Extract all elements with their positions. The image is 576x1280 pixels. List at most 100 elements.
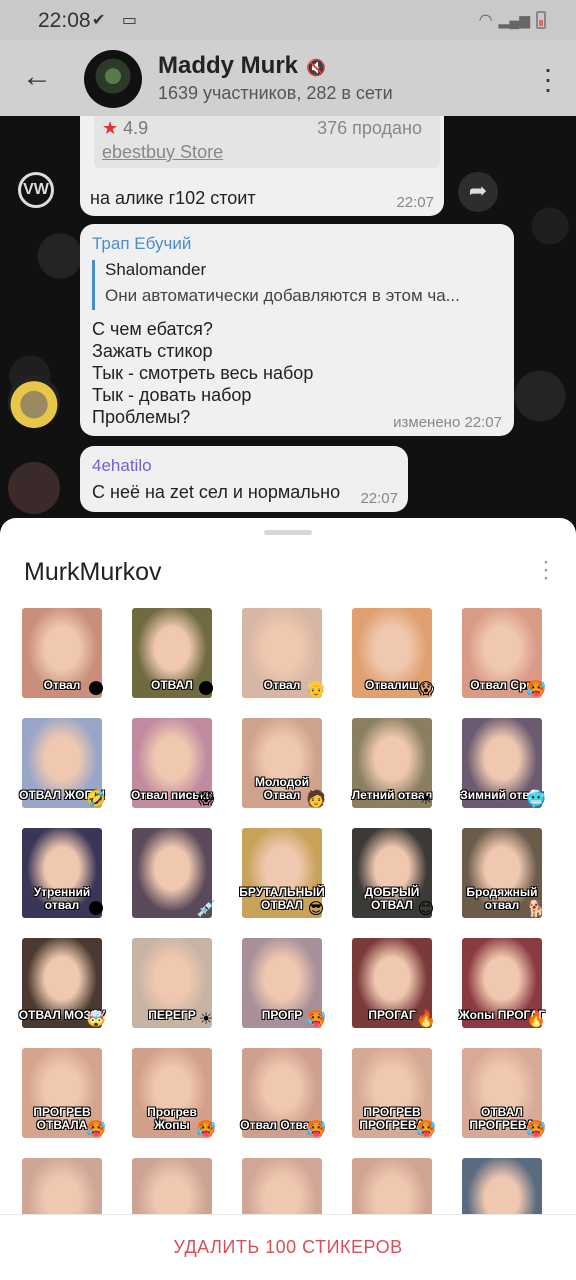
sheet-footer: УДАЛИТЬ 100 СТИКЕРОВ <box>0 1214 576 1280</box>
sticker-item[interactable]: Отвал 👴 <box>234 608 330 704</box>
sticker-item[interactable]: ПЕРЕГР ☀ <box>124 938 220 1034</box>
reply-author: Shalomander <box>105 260 207 279</box>
sticker-item[interactable]: ДОБРЫЙ ОТВАЛ 😊 <box>344 828 440 924</box>
sticker-item[interactable]: ОТВАЛ МОЗГУ 🤯 <box>14 938 110 1034</box>
sticker-emoji-icon: 🌑 <box>197 681 215 698</box>
status-right: ◠ ▂▄▆ <box>479 10 546 30</box>
back-arrow-icon[interactable]: ← <box>22 62 52 92</box>
sticker-emoji-icon: 🥵 <box>526 681 546 698</box>
sticker-item[interactable]: Жопы ПРОГАГ 🔥 <box>454 938 550 1034</box>
sticker-item[interactable]: 💉 <box>124 828 220 924</box>
reply-text: Они автоматически добавляются в этом ча.… <box>105 286 460 305</box>
message-author[interactable]: 4ehatilo <box>92 456 152 476</box>
product-store-link[interactable]: ebestbuy Store <box>102 142 223 163</box>
sticker-item[interactable]: БРУТАЛЬНЫЙ ОТВАЛ 😎 <box>234 828 330 924</box>
sticker-emoji-icon: 😱 <box>417 681 435 698</box>
pack-title: MurkMurkov <box>24 558 162 586</box>
sticker-emoji-icon: 🔥 <box>526 1011 546 1028</box>
signal-icon: ▂▄▆ <box>498 11 530 28</box>
status-time: 22:08 <box>38 9 91 32</box>
sticker-grid: Отвал 🌑 ОТВАЛ 🌑 Отвал 👴 Отвалиш 😱 Отвал Сри 🥵 ОТВА… <box>14 608 562 1218</box>
product-rating: ★ 4.9 <box>102 118 149 138</box>
reply-quote[interactable]: Shalomander Они автоматически добавляютс… <box>92 260 502 310</box>
sticker-item[interactable]: ОТВАЛ ПРОГРЕВА 🥵 <box>454 1048 550 1144</box>
chat-area[interactable]: VW ★ 4.9 376 продано ebestbuy Store на а… <box>0 116 576 526</box>
sticker-image <box>462 1158 542 1218</box>
product-sold: 376 продано <box>317 118 422 138</box>
message-time: 22:07 <box>396 194 434 211</box>
group-avatar[interactable] <box>84 50 142 108</box>
sticker-emoji-icon: 🥵 <box>306 1121 326 1138</box>
sheet-drag-handle[interactable] <box>264 530 312 535</box>
sticker-emoji-icon: 🌑 <box>87 681 105 698</box>
sticker-item[interactable]: ОТВАЛ 🌑 <box>124 608 220 704</box>
sticker-item[interactable]: ОТВАЛ ЖОПЫ 🤣 <box>14 718 110 814</box>
sticker-item[interactable]: Отвал письки 😱 <box>124 718 220 814</box>
sticker-emoji-icon: 🥵 <box>306 1011 326 1028</box>
battery-icon <box>536 11 546 29</box>
sticker-item[interactable]: ПРОГРЕВ ОТВАЛА 🥵 <box>14 1048 110 1144</box>
user-avatar[interactable] <box>8 462 60 514</box>
message-text: С чем ебатся? Зажать стикор Тык - смотре… <box>92 319 314 427</box>
sticker-emoji-icon: 🥵 <box>196 1121 216 1138</box>
sticker-emoji-icon: 💉 <box>196 901 216 918</box>
sticker-emoji-icon: 😱 <box>197 791 215 808</box>
sticker-item[interactable]: Зимний отвал 🥶 <box>454 718 550 814</box>
sticker-item[interactable] <box>454 1158 550 1218</box>
message-bubble[interactable]: ★ 4.9 376 продано ebestbuy Store на алик… <box>80 116 444 216</box>
sticker-emoji-icon: 🥶 <box>526 791 546 808</box>
sticker-image <box>22 1158 102 1218</box>
sticker-pack-sheet: MurkMurkov · · · Отвал 🌑 ОТВАЛ 🌑 Отвал 👴 Отвалиш… <box>0 518 576 1280</box>
sticker-item[interactable]: Утренний отвал 🌑 <box>14 828 110 924</box>
chat-title[interactable]: Maddy Murk 🔇 <box>158 52 326 80</box>
sticker-item[interactable]: Прогрев Жопы 🥵 <box>124 1048 220 1144</box>
sticker-image <box>132 1158 212 1218</box>
message-text: С неё на zet сел и нормально <box>92 482 341 502</box>
sticker-image <box>352 1158 432 1218</box>
sticker-item[interactable]: Летний отвал ☀ <box>344 718 440 814</box>
sticker-item[interactable]: Отвалиш 😱 <box>344 608 440 704</box>
sticker-item[interactable] <box>14 1158 110 1218</box>
sticker-item[interactable]: Молодой Отвал 🧑 <box>234 718 330 814</box>
sticker-emoji-icon: 🥵 <box>526 1121 546 1138</box>
status-icons: ✔ ▭ <box>92 12 143 29</box>
sticker-emoji-icon: 🔥 <box>416 1011 436 1028</box>
sticker-item[interactable]: Отвал Отвала 🥵 <box>234 1048 330 1144</box>
sticker-image <box>242 1158 322 1218</box>
sticker-emoji-icon: 🌑 <box>87 901 105 918</box>
status-bar: 22:08 ✔ ▭ ◠ ▂▄▆ <box>0 0 576 40</box>
sticker-emoji-icon: 😎 <box>307 901 325 918</box>
sticker-emoji-icon: 🐕 <box>526 901 546 918</box>
sticker-item[interactable] <box>124 1158 220 1218</box>
delete-stickers-button[interactable]: УДАЛИТЬ 100 СТИКЕРОВ <box>0 1237 576 1258</box>
sticker-item[interactable]: ПРОГАГ 🔥 <box>344 938 440 1034</box>
sticker-item[interactable] <box>344 1158 440 1218</box>
sticker-item[interactable]: ПРОГР 🥵 <box>234 938 330 1034</box>
vw-avatar[interactable]: VW <box>18 172 54 208</box>
user-avatar[interactable] <box>8 376 60 428</box>
sticker-emoji-icon: 🤣 <box>86 791 106 808</box>
sticker-item[interactable]: Бродяжный отвал 🐕 <box>454 828 550 924</box>
sticker-emoji-icon: ☀ <box>198 1011 214 1028</box>
forward-icon[interactable]: ➦ <box>458 172 498 212</box>
sticker-item[interactable]: Отвал 🌑 <box>14 608 110 704</box>
sticker-emoji-icon: 🥵 <box>86 1121 106 1138</box>
message-bubble[interactable]: 4ehatilo С неё на zet сел и нормально 22… <box>80 446 408 512</box>
chat-title-text: Maddy Murk <box>158 52 299 79</box>
sticker-item[interactable]: Отвал Сри 🥵 <box>454 608 550 704</box>
star-icon: ★ <box>102 118 119 138</box>
wifi-icon: ◠ <box>478 12 493 29</box>
message-author[interactable]: Трап Ебучий <box>92 234 191 254</box>
sticker-item[interactable]: ПРОГРЕВ ПРОГРЕВА 🥵 <box>344 1048 440 1144</box>
message-time: изменено 22:07 <box>393 414 502 431</box>
more-options-icon[interactable]: · · · <box>542 55 554 103</box>
sticker-emoji-icon: 👴 <box>306 681 326 698</box>
chat-header: ← Maddy Murk 🔇 1639 участников, 282 в сет… <box>0 40 576 116</box>
chat-subtitle: 1639 участников, 282 в сети <box>158 83 393 103</box>
product-preview[interactable]: ★ 4.9 376 продано ebestbuy Store <box>94 116 440 168</box>
message-text: на алике г102 стоит <box>90 188 256 208</box>
sticker-item[interactable] <box>234 1158 330 1218</box>
pack-more-icon[interactable]: · · · <box>542 550 550 590</box>
sticker-emoji-icon: 😊 <box>417 901 435 918</box>
message-bubble[interactable]: Трап Ебучий Shalomander Они автоматическ… <box>80 224 514 436</box>
